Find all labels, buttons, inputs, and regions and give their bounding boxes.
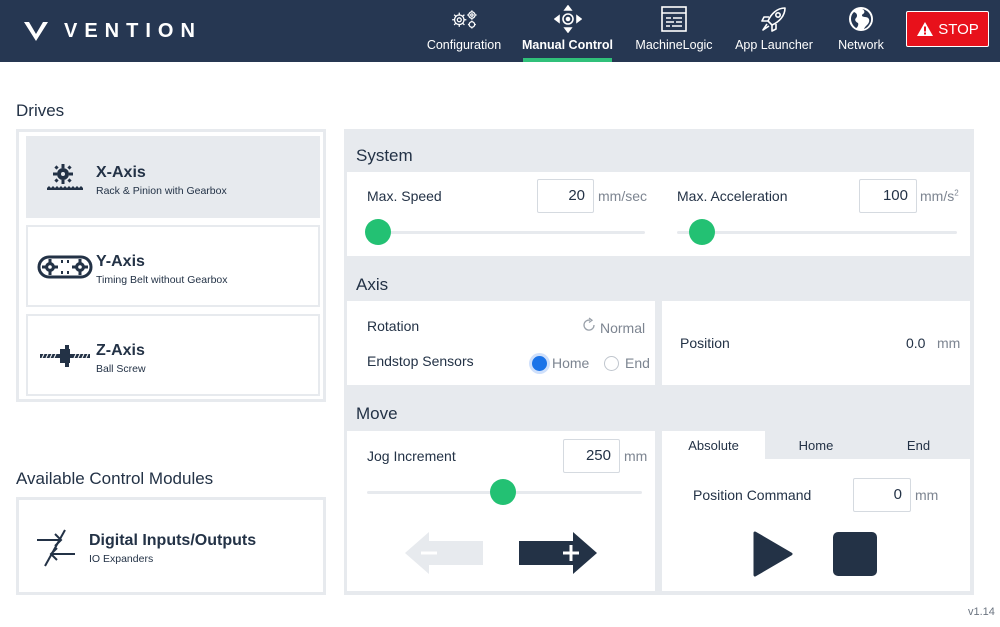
arrow-left-minus-icon [405, 532, 483, 574]
jog-card: Jog Increment 250 mm [347, 431, 655, 591]
max-acceleration-label: Max. Acceleration [677, 188, 788, 204]
nav-configuration[interactable]: Configuration [424, 0, 504, 62]
rocket-icon [759, 5, 789, 33]
nav-label: Configuration [426, 38, 502, 52]
position-unit: mm [937, 335, 961, 351]
drive-name: Y-Axis [96, 253, 145, 270]
move-arrows-icon [553, 5, 583, 33]
nav-app-launcher[interactable]: App Launcher [733, 0, 815, 62]
axis-position-card: Position 0.0 mm [662, 301, 970, 385]
play-icon [753, 531, 793, 577]
nav-manual-control[interactable]: Manual Control [522, 0, 613, 62]
brand-name: VENTION [64, 19, 202, 42]
module-type: IO Expanders [89, 553, 154, 565]
position-command-input[interactable]: 0 [853, 478, 911, 512]
emergency-stop-button[interactable]: STOP [906, 11, 989, 47]
rotation-label: Rotation [367, 318, 420, 334]
max-speed-label: Max. Speed [367, 188, 442, 204]
max-acceleration-unit: mm/s2 [920, 188, 959, 204]
drive-name: X-Axis [96, 164, 146, 181]
axis-title: Axis [356, 275, 389, 294]
stop-square-icon [833, 532, 877, 576]
max-speed-input[interactable]: 20 [537, 179, 594, 213]
drives-title: Drives [16, 101, 65, 120]
axis-settings-card: Rotation Normal Endstop Sensors Home End [347, 301, 655, 385]
max-speed-slider-track[interactable] [367, 231, 645, 234]
system-card: Max. Speed 20 mm/sec Max. Acceleration 1… [347, 172, 970, 256]
drive-name: Z-Axis [96, 342, 145, 359]
nav-label: MachineLogic [635, 38, 713, 52]
play-button[interactable] [753, 531, 793, 582]
jog-increment-input[interactable]: 250 [563, 439, 620, 473]
endstop-home-radio[interactable] [532, 356, 547, 371]
drive-item-x-axis[interactable]: X-Axis Rack & Pinion with Gearbox [26, 136, 320, 218]
active-tab-indicator [523, 58, 612, 62]
move-title: Move [356, 404, 398, 423]
stop-label: STOP [938, 20, 979, 38]
endstop-end-label: End [625, 355, 650, 371]
vention-logo[interactable]: VENTION [22, 17, 202, 45]
stop-motion-button[interactable] [832, 531, 878, 582]
module-name: Digital Inputs/Outputs [89, 532, 257, 549]
endstop-sensors-label: Endstop Sensors [367, 353, 474, 369]
position-command-label: Position Command [693, 487, 812, 503]
jog-positive-button[interactable] [517, 530, 597, 581]
drive-type: Timing Belt without Gearbox [96, 274, 228, 286]
top-navigation-bar: VENTION Configuration Manual Control Mac… [0, 0, 1000, 62]
drive-item-z-axis[interactable]: Z-Axis Ball Screw [26, 314, 320, 396]
system-title: System [356, 146, 413, 165]
position-label: Position [680, 335, 730, 351]
vention-logo-icon [24, 22, 48, 41]
code-window-icon [659, 5, 689, 33]
jog-increment-slider-thumb[interactable] [490, 479, 516, 505]
max-acceleration-slider-track[interactable] [677, 231, 957, 234]
position-value: 0.0 [906, 335, 926, 351]
drive-type: Ball Screw [96, 363, 146, 375]
modules-title: Available Control Modules [16, 469, 214, 488]
position-command-card: Absolute Home End Position Command 0 mm [662, 431, 970, 591]
arrow-right-plus-icon [519, 532, 597, 574]
warning-icon [917, 22, 934, 36]
max-speed-slider-thumb[interactable] [365, 219, 391, 245]
control-panel: System Max. Speed 20 mm/sec Max. Acceler… [344, 129, 974, 595]
rotation-value[interactable]: Normal [600, 320, 645, 336]
jog-negative-button[interactable] [405, 530, 485, 581]
digital-io-icon [35, 528, 79, 573]
drives-list: X-Axis Rack & Pinion with Gearbox Y-Axis… [16, 129, 326, 402]
max-speed-unit: mm/sec [598, 188, 647, 204]
drive-type: Rack & Pinion with Gearbox [96, 185, 227, 197]
tab-home[interactable]: Home [765, 431, 867, 459]
tab-absolute[interactable]: Absolute [662, 431, 765, 459]
endstop-home-label: Home [552, 355, 590, 371]
ball-screw-icon [36, 338, 94, 374]
refresh-icon[interactable] [581, 317, 597, 338]
max-acceleration-slider-thumb[interactable] [689, 219, 715, 245]
gears-icon [449, 5, 479, 33]
globe-icon [846, 5, 876, 33]
rack-pinion-icon [36, 160, 94, 196]
version-label: v1.14 [968, 606, 995, 618]
jog-increment-label: Jog Increment [367, 448, 456, 464]
position-command-unit: mm [915, 487, 939, 503]
max-acceleration-input[interactable]: 100 [859, 179, 917, 213]
jog-increment-unit: mm [624, 448, 648, 464]
nav-machinelogic[interactable]: MachineLogic [633, 0, 715, 62]
timing-belt-icon [36, 249, 94, 285]
nav-network[interactable]: Network [834, 0, 888, 62]
nav-label: Manual Control [522, 38, 613, 52]
nav-label: Network [838, 38, 884, 52]
module-item-digital-io[interactable]: Digital Inputs/Outputs IO Expanders [16, 497, 326, 595]
endstop-end-radio[interactable] [604, 356, 619, 371]
nav-label: App Launcher [735, 38, 813, 52]
tab-end[interactable]: End [867, 431, 970, 459]
drive-item-y-axis[interactable]: Y-Axis Timing Belt without Gearbox [26, 225, 320, 307]
